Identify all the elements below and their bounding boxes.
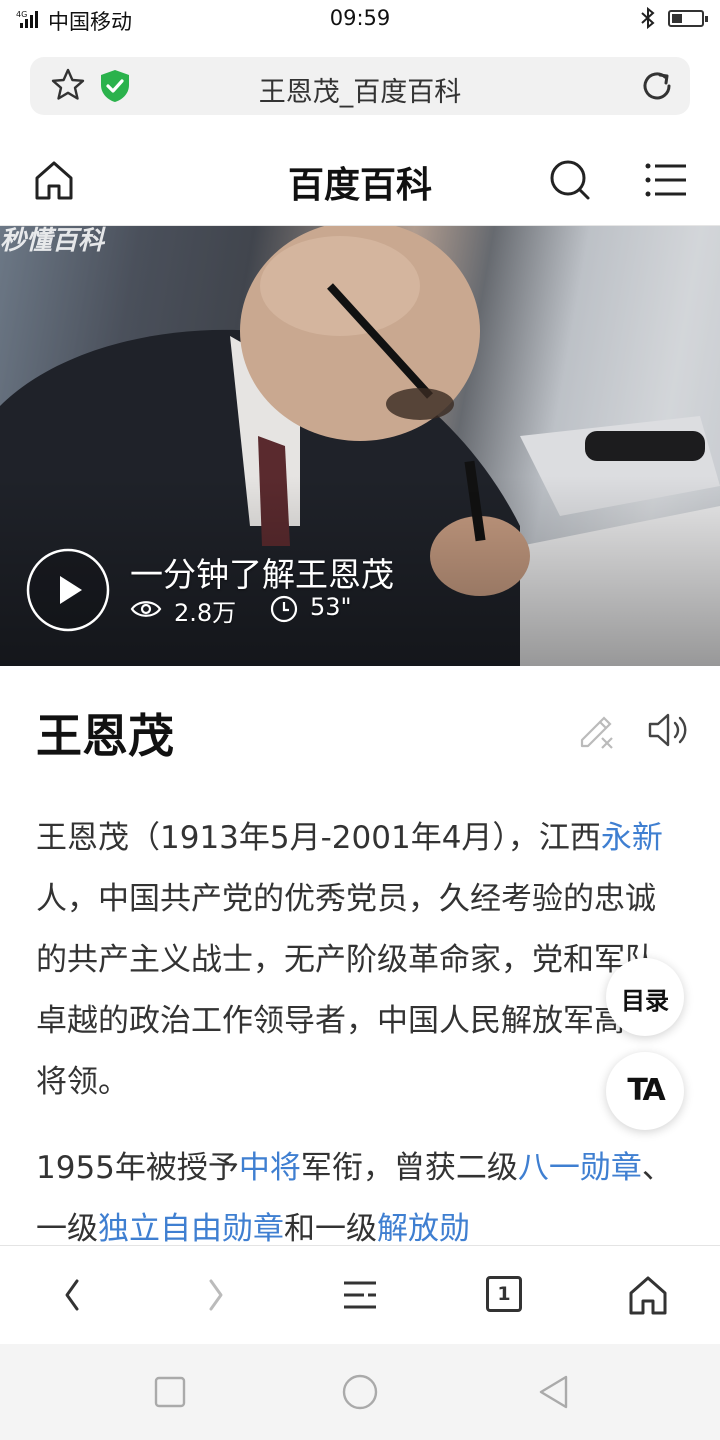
- link-zhongjiang[interactable]: 中将: [239, 1150, 301, 1186]
- honors-text-4: 和一级: [284, 1211, 377, 1247]
- ta-button[interactable]: TA: [606, 1052, 684, 1130]
- clock-time: 09:59: [329, 6, 391, 30]
- link-liberation-medal[interactable]: 解放勋: [377, 1211, 470, 1247]
- system-nav-bar: [0, 1344, 720, 1440]
- home-icon[interactable]: [626, 1273, 670, 1317]
- reload-icon[interactable]: [640, 69, 674, 103]
- video-views: 2.8万: [174, 599, 237, 627]
- site-logo[interactable]: 百度百科: [0, 156, 720, 208]
- circle-icon[interactable]: [342, 1374, 378, 1410]
- eye-icon: [130, 601, 162, 617]
- back-icon[interactable]: [50, 1273, 94, 1317]
- edit-icon[interactable]: [576, 710, 616, 750]
- toc-button[interactable]: 目录: [606, 958, 684, 1036]
- tabs-icon[interactable]: 1: [486, 1276, 522, 1312]
- address-bar[interactable]: 王恩茂_百度百科: [30, 57, 690, 115]
- site-header: 百度百科: [0, 130, 720, 226]
- link-yongxin[interactable]: 永新: [601, 820, 663, 856]
- forward-icon[interactable]: [194, 1273, 238, 1317]
- menu-icon[interactable]: [644, 160, 688, 200]
- clock-icon: [270, 595, 298, 623]
- speaker-icon[interactable]: [646, 710, 690, 750]
- video-duration: 53": [310, 593, 352, 621]
- bluetooth-icon: [641, 6, 655, 30]
- page-title[interactable]: 王恩茂_百度百科: [30, 70, 690, 109]
- video-hero[interactable]: 秒懂百科 一分钟了解王恩茂 2.8万 53": [0, 226, 720, 666]
- video-watermark: 秒懂百科: [0, 226, 105, 256]
- honors-paragraph: 1955年被授予中将军衔，曾获二级八一勋章、一级独立自由勋章和一级解放勋: [36, 1138, 684, 1260]
- status-bar: 4G 中国移动 09:59: [0, 0, 720, 40]
- honors-text-1: 1955年被授予: [36, 1150, 239, 1186]
- summary-paragraph: 王恩茂（1913年5月-2001年4月），江西永新人，中国共产党的优秀党员，久经…: [36, 808, 684, 1113]
- list-icon[interactable]: [338, 1273, 382, 1317]
- play-icon[interactable]: [26, 548, 110, 632]
- entry-title: 王恩茂: [36, 709, 174, 763]
- battery-icon: [668, 10, 708, 27]
- summary-text-2: 人，中国共产党的优秀党员，久经考验的忠诚的共产主义战士，无产阶级革命家，党和军队…: [36, 881, 656, 1100]
- link-independence-medal[interactable]: 独立自由勋章: [98, 1211, 284, 1247]
- video-title[interactable]: 一分钟了解王恩茂: [130, 548, 394, 596]
- summary-text-1: 王恩茂（1913年5月-2001年4月），江西: [36, 820, 601, 856]
- ta-label: TA: [627, 1073, 665, 1108]
- honors-text-2: 军衔，曾获二级: [300, 1150, 518, 1186]
- browser-toolbar: 1: [0, 1245, 720, 1344]
- triangle-back-icon[interactable]: [536, 1374, 572, 1410]
- toc-label: 目录: [621, 987, 669, 1015]
- search-icon[interactable]: [548, 158, 592, 202]
- square-icon[interactable]: [152, 1374, 188, 1410]
- link-bayi-medal[interactable]: 八一勋章: [518, 1150, 642, 1186]
